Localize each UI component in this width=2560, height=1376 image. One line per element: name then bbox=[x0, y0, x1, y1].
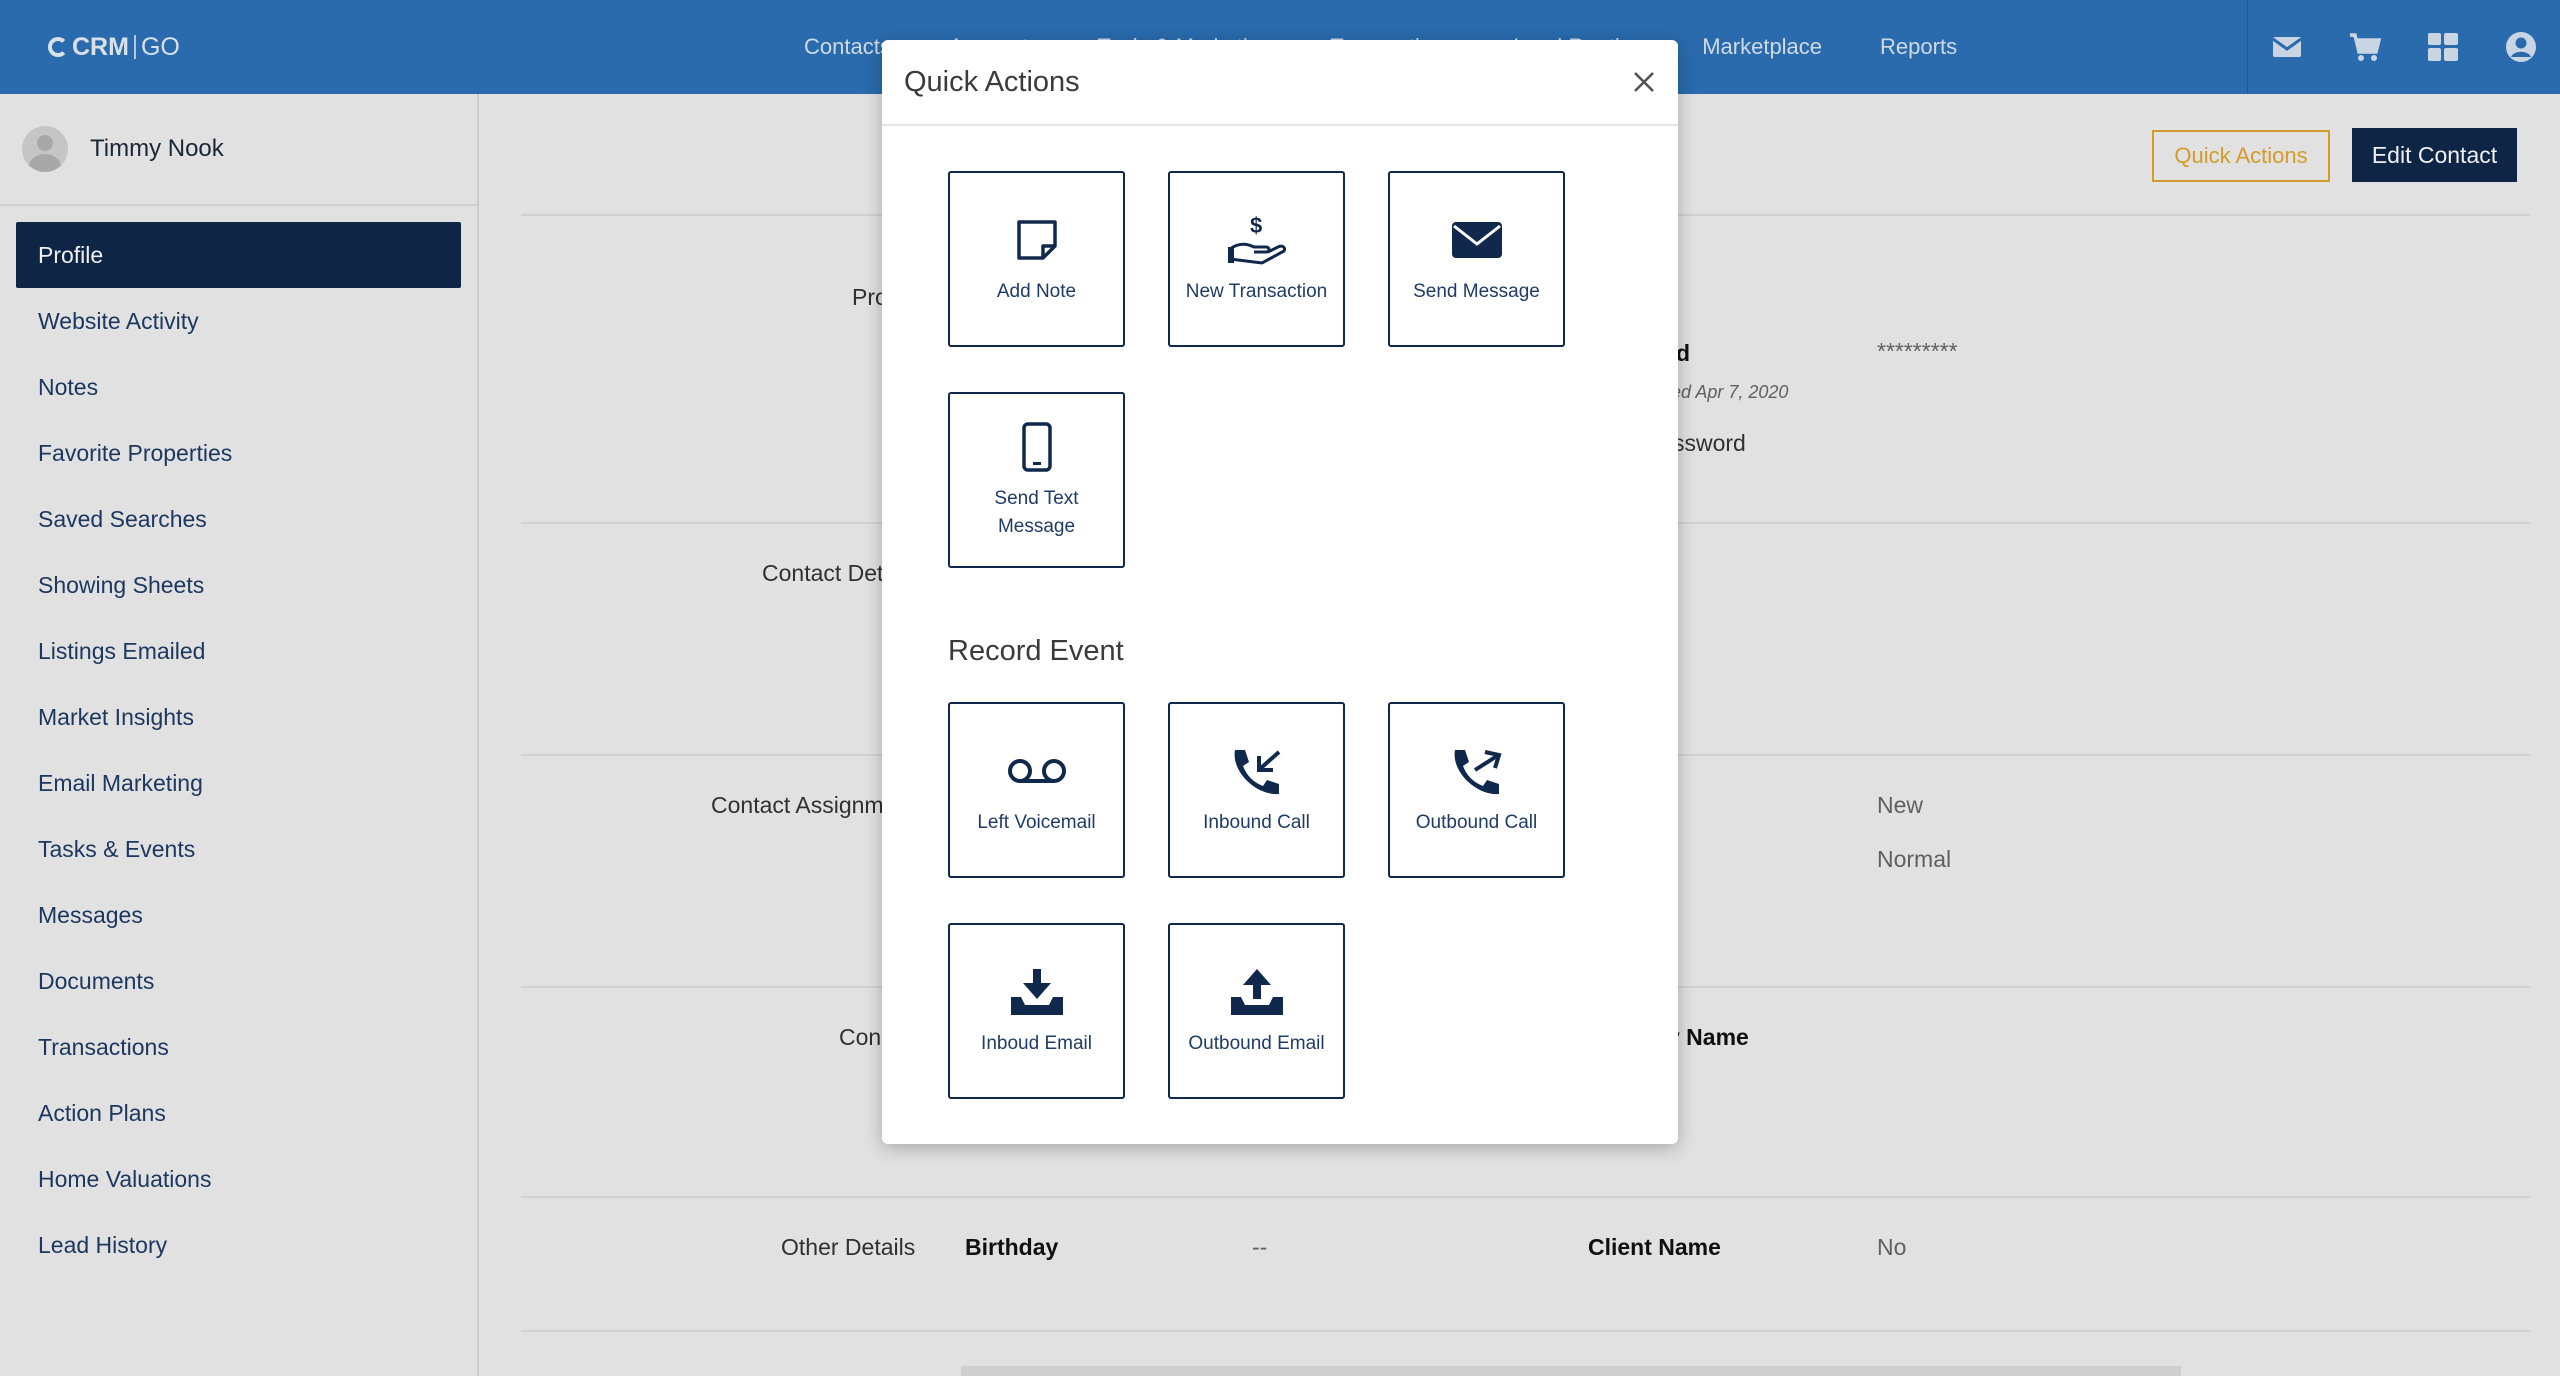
quick-actions-modal: Quick Actions Add Note $ New Transaction… bbox=[882, 40, 1678, 1144]
envelope-icon bbox=[1451, 212, 1502, 268]
svg-text:$: $ bbox=[1250, 213, 1262, 238]
outbound-email-label: Outbound Email bbox=[1188, 1033, 1325, 1054]
new-transaction-button[interactable]: $ New Transaction bbox=[1168, 171, 1345, 347]
voicemail-icon bbox=[1006, 743, 1068, 799]
transaction-icon: $ bbox=[1227, 212, 1286, 268]
outbound-email-button[interactable]: Outbound Email bbox=[1168, 923, 1345, 1099]
mobile-icon bbox=[1021, 419, 1053, 475]
send-message-button[interactable]: Send Message bbox=[1388, 171, 1565, 347]
modal-title: Quick Actions bbox=[904, 66, 1080, 98]
add-note-label: Add Note bbox=[996, 281, 1077, 302]
new-transaction-label: New Transaction bbox=[1185, 281, 1328, 302]
add-note-button[interactable]: Add Note bbox=[948, 171, 1125, 347]
send-text-message-label: Send Text Message bbox=[994, 488, 1079, 537]
inbound-email-label: Inboud Email bbox=[981, 1033, 1092, 1054]
inbound-call-icon bbox=[1229, 743, 1285, 799]
modal-header: Quick Actions bbox=[882, 40, 1678, 126]
outbound-call-button[interactable]: Outbound Call bbox=[1388, 702, 1565, 878]
inbound-call-label: Inbound Call bbox=[1203, 812, 1310, 833]
inbound-call-button[interactable]: Inbound Call bbox=[1168, 702, 1345, 878]
note-icon bbox=[1015, 212, 1059, 268]
outbound-call-icon bbox=[1449, 743, 1505, 799]
send-message-label: Send Message bbox=[1413, 281, 1540, 302]
send-text-message-button[interactable]: Send Text Message bbox=[948, 392, 1125, 568]
left-voicemail-label: Left Voicemail bbox=[977, 812, 1096, 833]
left-voicemail-button[interactable]: Left Voicemail bbox=[948, 702, 1125, 878]
inbox-download-icon bbox=[1009, 964, 1065, 1020]
inbound-email-button[interactable]: Inboud Email bbox=[948, 923, 1125, 1099]
inbox-upload-icon bbox=[1229, 964, 1285, 1020]
outbound-call-label: Outbound Call bbox=[1415, 812, 1538, 833]
record-event-title: Record Event bbox=[948, 635, 1124, 667]
close-icon[interactable] bbox=[1624, 62, 1664, 102]
